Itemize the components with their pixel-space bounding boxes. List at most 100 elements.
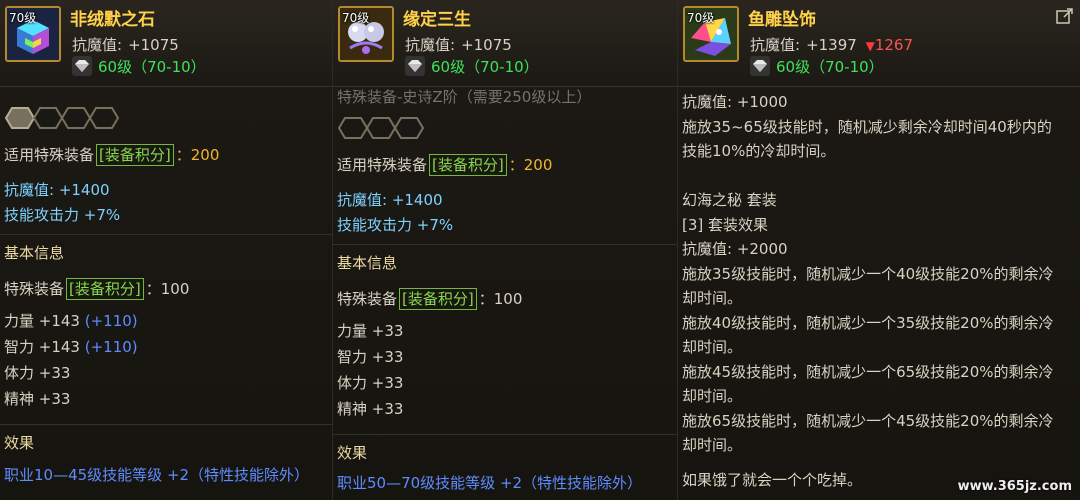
tooltip-body [337,116,673,140]
score-value: ：200 [508,156,553,174]
score-tag[interactable]: [装备积分] [429,154,507,176]
magic-resist-value: +1397 [806,36,857,54]
arrow-down-icon: ▼ [865,39,875,53]
basic-info-block: 基本信息 特殊装备 [装备积分] ：100 力量 +33 智力 +33 体力 +33… [337,250,673,422]
stat-text: 智力 +143 [4,338,80,356]
magic-resist-value: +1075 [128,36,179,54]
desc-line: 技能10%的冷却时间。 [682,142,836,160]
score-value: ：200 [175,146,220,164]
special-score-line: 特殊装备 [装备积分] ：100 [4,276,328,302]
stat-line: 智力 +33 [337,348,404,366]
level-tag: 70级 [687,11,715,25]
tooltip-header: 70级 缘定三生 抗魔值: +1075 60级（70-10） [333,0,677,87]
level-text: 60级（70-10） [431,57,539,76]
desc-line: 却时间。 [682,436,743,454]
description-block: 抗魔值: +1000 施放35~65级技能时，随机减少剩余冷却时间40秒内的 技… [682,90,1076,492]
basic-info-title: 基本信息 [4,244,65,262]
divider [333,244,677,245]
desc-line: 施放40级技能时，随机减少一个35级技能20%的剩余冷 [682,313,1054,332]
special-score: ：100 [145,280,190,298]
stat-line: 体力 +33 [4,360,328,386]
share-icon[interactable] [1056,8,1074,24]
bonus-magic-resist: 抗魔值: +1400 [337,191,443,209]
level-row: 60级（70-10） [750,55,884,77]
stat-line: 精神 +33 [337,400,404,418]
watermark: www.365jz.com [957,479,1072,494]
stat-text: 精神 +33 [4,390,71,408]
score-line: 适用特殊装备 [装备积分] ：200 [337,152,673,178]
stat-extra: (+110) [84,338,138,356]
stat-line: 精神 +33 [4,386,328,412]
score-tag[interactable]: [装备积分] [96,144,174,166]
desc-line: 施放35~65级技能时，随机减少剩余冷却时间40秒内的 [682,117,1052,136]
set-bonus-block: 适用特殊装备 [装备积分] ：200 抗魔值: +1400 技能攻击力 +7% [337,152,673,238]
stat-line: 力量 +143 (+110) [4,308,328,334]
desc-line: 抗魔值: +2000 [682,240,788,258]
set-effect-line: [3] 套装效果 [682,215,769,234]
effect-text: 职业50—70级技能等级 +2（特性技能除外） [337,474,643,492]
item-icon-ornament[interactable]: 70级 [338,6,394,62]
magic-resist-label: 抗魔值: [750,36,801,54]
score-tag[interactable]: [装备积分] [66,278,144,300]
effect-text: 职业10—45级技能等级 +2（特性技能除外） [4,466,310,484]
stat-line: 体力 +33 [337,374,404,392]
socket-row [337,116,673,140]
magic-resist-diff-value: 1267 [874,36,914,54]
level-tag: 70级 [9,11,37,25]
socket-icon [88,107,120,129]
set-bonus-block: 适用特殊装备 [装备积分] ：200 抗魔值: +1400 技能攻击力 +7% [4,142,328,228]
divider [333,434,677,435]
bonus-skill-attack: 技能攻击力 +7% [337,216,454,234]
set-name-line: 幻海之秘 套装 [682,191,777,209]
desc-line: 抗魔值: +1000 [682,93,788,111]
effect-block: 效果 职业10—45级技能等级 +2（特性技能除外） [4,430,328,488]
special-label: 特殊装备 [337,290,398,308]
magic-resist-row: 抗魔值: +1075 [72,34,179,55]
score-tag[interactable]: [装备积分] [399,288,477,310]
tooltip-body [4,106,328,130]
stat-text: 体力 +33 [4,364,71,382]
desc-line [682,164,1076,189]
score-line: 适用特殊装备 [装备积分] ：200 [4,142,328,168]
item-name: 非绒默之石 [70,10,155,30]
basic-info-title: 基本信息 [337,254,398,272]
magic-resist-label: 抗魔值: [405,36,456,54]
bonus-skill-attack: 技能攻击力 +7% [4,206,121,224]
stat-line: 智力 +143 (+110) [4,334,328,360]
diamond-icon [405,56,425,76]
level-tag: 70级 [342,11,370,25]
item-name: 缘定三生 [403,10,471,30]
magic-resist-row: 抗魔值: +1397 ▼1267 [750,34,913,55]
special-score: ：100 [478,290,523,308]
item-name: 鱼雕坠饰 [748,10,816,30]
faded-line: 特殊装备-史诗Z阶（需要250级以上） [337,84,673,110]
magic-resist-row: 抗魔值: +1075 [405,34,512,55]
divider [0,234,332,235]
socket-icon [393,117,425,139]
faded-text: 特殊装备-史诗Z阶（需要250级以上） [337,88,592,106]
item-icon-stone[interactable]: 70级 [5,6,61,62]
desc-line: 却时间。 [682,387,743,405]
set-bonus-label: 适用特殊装备 [4,146,95,164]
desc-line [682,458,1076,468]
desc-line: 施放65级技能时，随机减少一个45级技能20%的剩余冷 [682,411,1054,430]
effect-title: 效果 [337,444,368,462]
desc-line: 却时间。 [682,289,743,307]
desc-line: 施放35级技能时，随机减少一个40级技能20%的剩余冷 [682,264,1054,283]
special-score-line: 特殊装备 [装备积分] ：100 [337,286,673,312]
stat-extra: (+110) [84,312,138,330]
divider [0,424,332,425]
diamond-icon [72,56,92,76]
basic-info-block: 基本信息 特殊装备 [装备积分] ：100 力量 +143 (+110) 智力 +1… [4,240,328,412]
tooltip-header: 70级 非绒默之石 抗魔值: +1075 60级（70-10） [0,0,332,87]
bonus-magic-resist: 抗魔值: +1400 [4,181,110,199]
level-text: 60级（70-10） [98,57,206,76]
magic-resist-value: +1075 [461,36,512,54]
set-bonus-label: 适用特殊装备 [337,156,428,174]
item-icon-fish-pendant[interactable]: 70级 [683,6,739,62]
stat-line: 力量 +33 [337,322,404,340]
level-text: 60级（70-10） [776,57,884,76]
tooltip-header: 70级 鱼雕坠饰 抗魔值: +1397 ▼1267 60级（70-10） [678,0,1080,87]
magic-resist-diff: ▼1267 [866,36,913,54]
magic-resist-label: 抗魔值: [72,36,123,54]
